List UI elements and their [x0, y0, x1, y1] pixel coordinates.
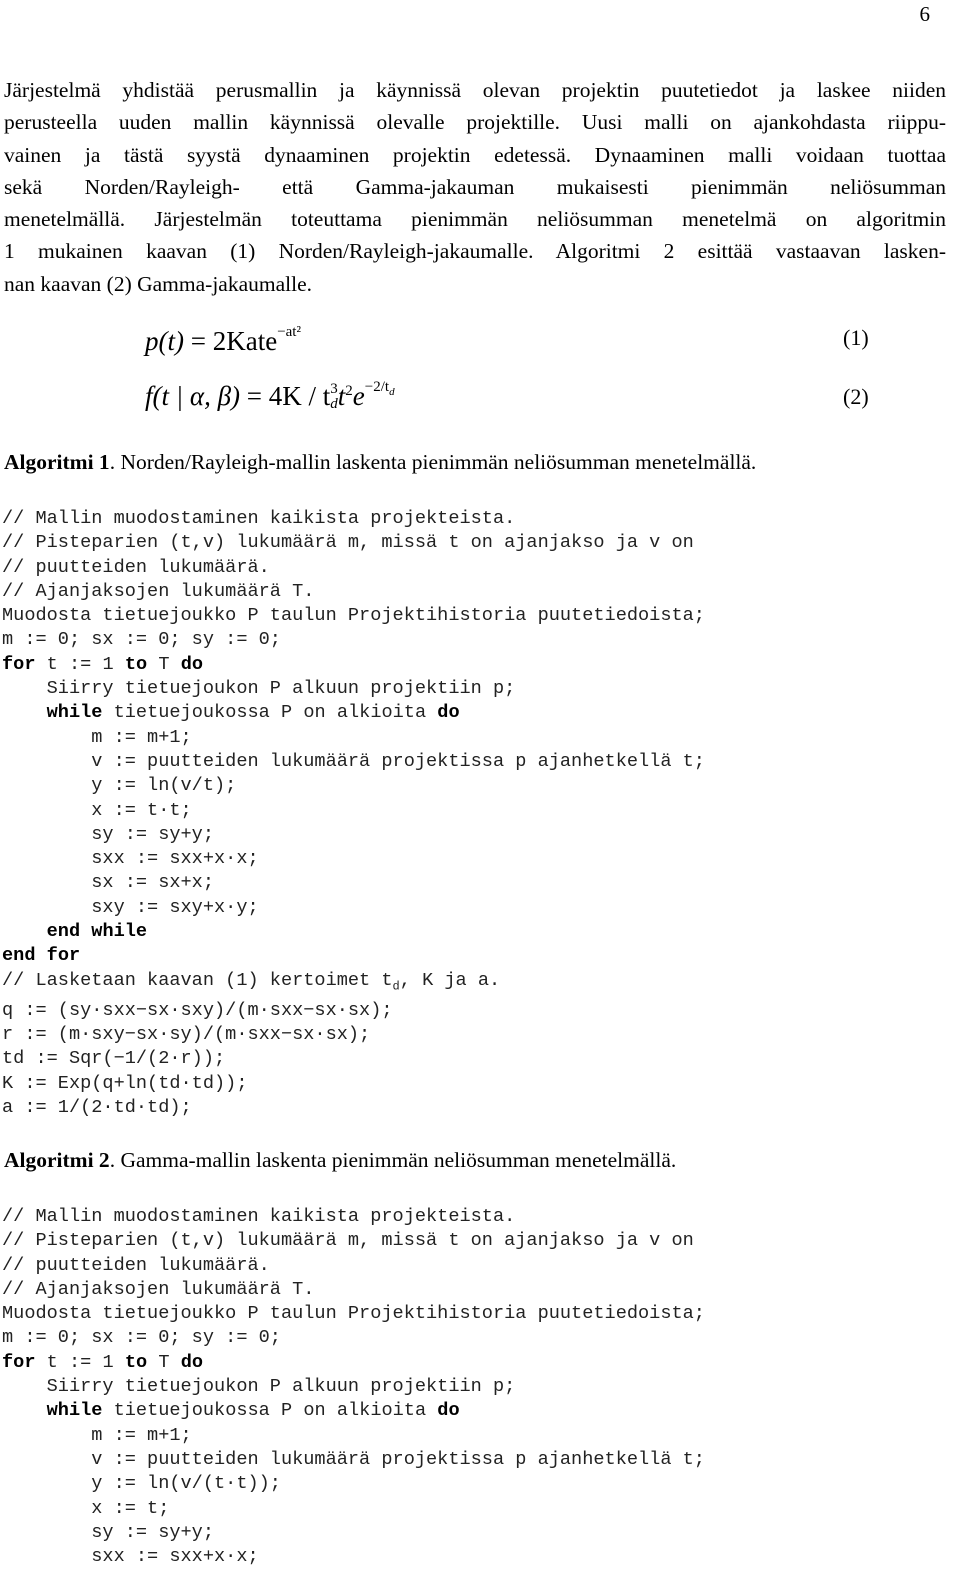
code-line: K := Exp(q+ln(td·td)); — [2, 1072, 248, 1094]
code-keyword: while — [46, 702, 103, 724]
code-line: x := t; — [2, 1497, 170, 1519]
code-subscript: d — [392, 979, 400, 994]
code-line: // Pisteparien (t,v) lukumäärä m, missä … — [2, 1230, 694, 1252]
algorithm-1-title: . Norden/Rayleigh-mallin laskenta pienim… — [109, 450, 757, 474]
code-line: // puutteiden lukumäärä. — [2, 556, 270, 578]
code-line: sy := sy+y; — [2, 823, 215, 845]
paragraph-line: perusteella uuden mallin käynnissä oleva… — [4, 110, 946, 135]
algorithm-2-caption: Algoritmi 2. Gamma-mallin laskenta pieni… — [4, 1148, 676, 1173]
intro-paragraph: Järjestelmä yhdistää perusmallin ja käyn… — [4, 74, 946, 300]
paragraph-line: vainen ja tästä syystä dynaaminen projek… — [4, 142, 946, 167]
paragraph-line: menetelmällä. Järjestelmän toteuttama pi… — [4, 207, 946, 232]
code-line: m := m+1; — [2, 726, 192, 748]
code-line: y := ln(v/t); — [2, 775, 237, 797]
code-line: a := 1/(2·td·td); — [2, 1096, 192, 1118]
equation-2-e-exp-text: −2/t — [364, 379, 390, 395]
code-line: r := (m·sxy−sx·sy)/(m·sxx−sx·sx); — [2, 1023, 371, 1045]
code-keyword: while — [46, 1400, 103, 1422]
code-line: for t := 1 to T do — [2, 653, 204, 675]
equation-2-e-exp-sub: d — [389, 386, 395, 398]
equation-2-td-exp: 3 — [330, 380, 338, 397]
paragraph-line: Järjestelmä yhdistää perusmallin ja käyn… — [4, 78, 946, 102]
code-line: end while — [2, 920, 705, 944]
code-keyword: to — [124, 653, 148, 675]
code-keyword: end — [46, 921, 81, 943]
code-line: x := t·t; — [2, 799, 192, 821]
paragraph-line: nan kaavan (2) Gamma-jakaumalle. — [4, 271, 313, 296]
equation-2-t-exp: 2 — [345, 383, 353, 399]
code-line: // Lasketaan kaavan (1) kertoimet td, K … — [2, 969, 501, 994]
equation-2-lhs: f(t | α, β) — [145, 381, 241, 411]
equation-2-e-exp: −2/td — [364, 379, 395, 398]
code-line: sxx := sxx+x·x; — [2, 848, 259, 870]
equation-2-e: e — [352, 381, 365, 411]
equation-1: p(t) = 2Kate−at² — [145, 324, 301, 357]
code-keyword: to — [124, 1351, 148, 1373]
code-line: Muodosta tietuejoukko P taulun Projektih… — [2, 605, 705, 627]
code-line: for t := 1 to T do — [2, 1351, 204, 1373]
code-line: // Mallin muodostaminen kaikista projekt… — [2, 1206, 516, 1227]
code-keyword: for — [46, 945, 81, 967]
code-keyword: end — [2, 945, 36, 967]
code-keyword: for — [2, 653, 36, 675]
code-line: end for — [2, 944, 705, 968]
code-line: while tietuejoukossa P on alkioita do — [46, 702, 460, 724]
code-keyword: do — [180, 1351, 204, 1373]
code-line: sxy := sxy+x·y; — [2, 896, 259, 918]
equation-2-rhs: = 4K / t — [246, 381, 331, 411]
algorithm-1-caption: Algoritmi 1. Norden/Rayleigh-mallin lask… — [4, 450, 756, 475]
code-line: v := puutteiden lukumäärä projektissa p … — [2, 1448, 705, 1470]
code-keyword: do — [437, 1400, 460, 1422]
code-line: // Mallin muodostaminen kaikista projekt… — [2, 508, 516, 529]
equation-1-lhs: p(t) — [145, 326, 184, 356]
equation-1-number: (1) — [843, 325, 869, 350]
equation-1-rhs: = 2Kate — [190, 326, 278, 356]
code-line: sx := sx+x; — [2, 872, 215, 894]
code-line: m := 0; sx := 0; sy := 0; — [2, 1327, 281, 1349]
code-line: while tietuejoukossa P on alkioita do — [46, 1400, 460, 1422]
code-line: td := Sqr(−1/(2·r)); — [2, 1048, 226, 1070]
code-line: m := m+1; — [2, 1424, 192, 1446]
code-line: sy := sy+y; — [2, 1521, 215, 1543]
code-line: // Pisteparien (t,v) lukumäärä m, missä … — [2, 532, 694, 554]
code-keyword: while — [91, 921, 148, 943]
code-line: m := 0; sx := 0; sy := 0; — [2, 629, 281, 651]
code-line: y := ln(v/(t·t)); — [2, 1473, 281, 1495]
algorithm-2-title: . Gamma-mallin laskenta pienimmän neliös… — [109, 1148, 677, 1172]
algorithm-1-label: Algoritmi 1 — [4, 450, 110, 474]
equation-1-exponent: −at² — [277, 324, 301, 340]
code-line: q := (sy·sxx−sx·sxy)/(m·sxx−sx·sx); — [2, 999, 393, 1021]
code-line: // puutteiden lukumäärä. — [2, 1254, 270, 1276]
code-line: Muodosta tietuejoukko P taulun Projektih… — [2, 1303, 705, 1325]
code-keyword: for — [2, 1351, 36, 1373]
code-line: Siirry tietuejoukon P alkuun projektiin … — [2, 1376, 516, 1398]
code-line: v := puutteiden lukumäärä projektissa p … — [2, 750, 705, 772]
paragraph-line: 1 mukainen kaavan (1) Norden/Rayleigh-ja… — [4, 239, 946, 264]
code-line: sxx := sxx+x·x; — [2, 1546, 259, 1568]
code-line: // Ajanjaksojen lukumäärä T. — [2, 580, 315, 602]
equation-2-number: (2) — [843, 384, 869, 409]
algorithm-1-code: // Mallin muodostaminen kaikista projekt… — [2, 507, 705, 1120]
algorithm-2-code: // Mallin muodostaminen kaikista projekt… — [2, 1205, 705, 1569]
paragraph-line: sekä Norden/Rayleigh- että Gamma-jakauma… — [4, 174, 946, 199]
algorithm-2-label: Algoritmi 2 — [4, 1148, 110, 1172]
code-keyword: do — [180, 653, 204, 675]
code-line: Siirry tietuejoukon P alkuun projektiin … — [2, 678, 516, 700]
code-line: // Ajanjaksojen lukumäärä T. — [2, 1278, 315, 1300]
equation-2-td-sub: d — [330, 395, 338, 412]
page-number: 6 — [919, 2, 931, 26]
code-keyword: do — [437, 702, 460, 724]
equation-2: f(t | α, β) = 4K / t 3 d t2e−2/td — [145, 379, 395, 414]
